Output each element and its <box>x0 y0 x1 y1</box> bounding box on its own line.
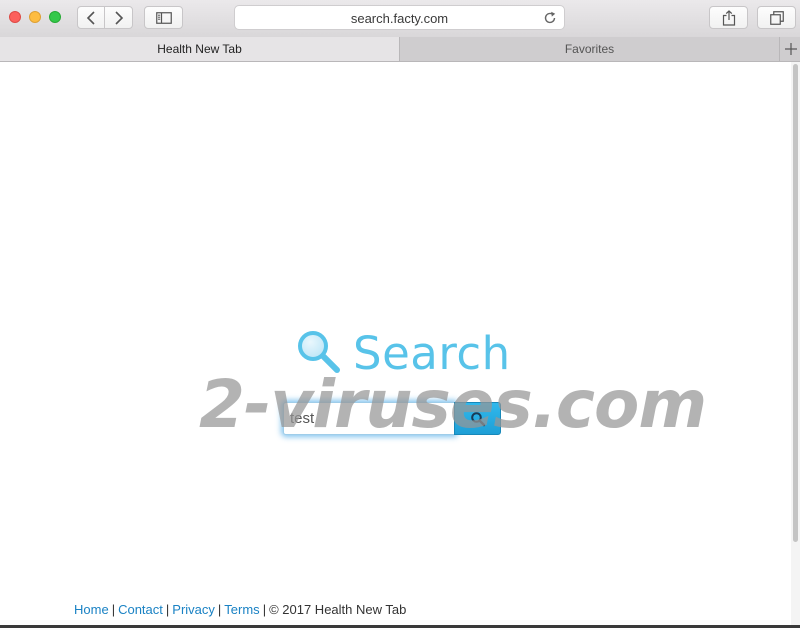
tab-health-new-tab[interactable]: Health New Tab <box>0 37 400 61</box>
search-logo: Search <box>296 327 510 380</box>
footer-link-terms[interactable]: Terms <box>224 602 259 617</box>
share-icon <box>722 9 735 26</box>
search-button[interactable] <box>454 402 501 435</box>
footer-link-contact[interactable]: Contact <box>118 602 163 617</box>
scrollbar-thumb[interactable] <box>793 64 798 542</box>
forward-button[interactable] <box>104 6 133 29</box>
vertical-scrollbar[interactable] <box>791 62 800 628</box>
forward-icon <box>114 10 123 25</box>
back-button[interactable] <box>77 6 105 29</box>
logo-text: Search <box>353 327 511 380</box>
address-bar[interactable]: search.facty.com <box>234 5 565 30</box>
search-input[interactable] <box>283 402 455 435</box>
zoom-window-button[interactable] <box>49 11 61 23</box>
tab-strip: Health New Tab Favorites <box>0 37 800 62</box>
magnifier-icon <box>298 331 340 373</box>
footer-link-privacy[interactable]: Privacy <box>172 602 215 617</box>
footer-link-home[interactable]: Home <box>74 602 109 617</box>
tab-favorites[interactable]: Favorites <box>400 37 780 61</box>
share-button[interactable] <box>709 6 748 29</box>
sidebar-button[interactable] <box>144 6 183 29</box>
tabs-icon <box>769 10 784 25</box>
search-icon <box>470 411 485 426</box>
browser-toolbar: search.facty.com <box>0 0 800 38</box>
sidebar-icon <box>155 11 172 24</box>
footer: Home | Contact | Privacy | Terms | © 2017 Health… <box>74 602 407 617</box>
minimize-window-button[interactable] <box>29 11 41 23</box>
close-window-button[interactable] <box>9 11 21 23</box>
show-tabs-button[interactable] <box>757 6 796 29</box>
plus-icon[interactable] <box>782 40 800 58</box>
footer-copyright: © 2017 Health New Tab <box>269 602 407 617</box>
back-icon <box>86 10 95 25</box>
reload-icon[interactable] <box>543 11 557 25</box>
url-text: search.facty.com <box>350 11 449 26</box>
